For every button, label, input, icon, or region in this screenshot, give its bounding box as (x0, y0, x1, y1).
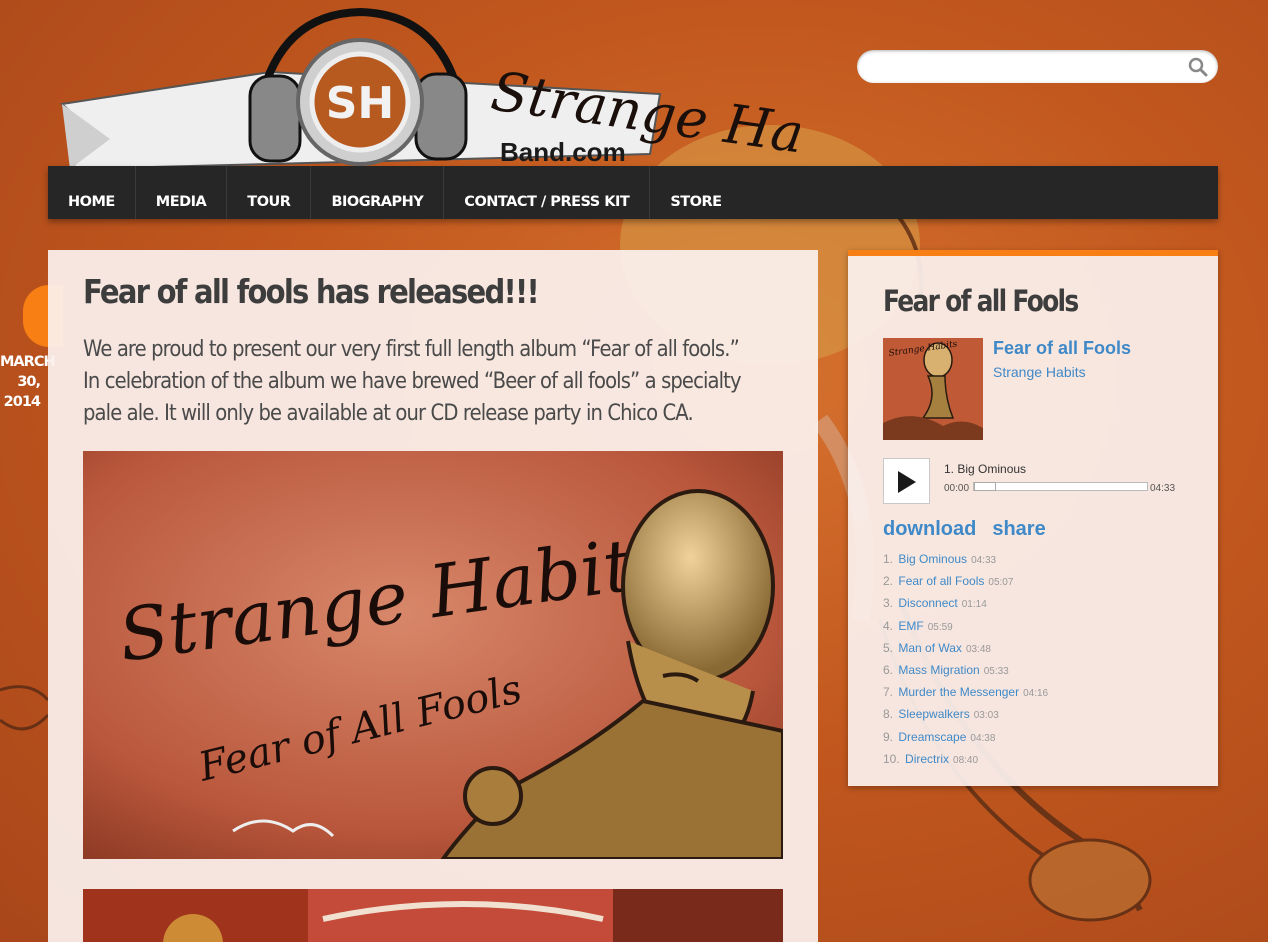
progress-bar[interactable] (973, 482, 1148, 491)
time-total: 04:33 (1150, 483, 1176, 494)
widget-title: Fear of all Fools (883, 284, 1079, 318)
track-duration: 05:59 (927, 621, 953, 633)
nav-biography[interactable]: BIOGRAPHY (311, 166, 445, 219)
play-icon (898, 471, 916, 493)
track-duration: 03:03 (973, 710, 999, 722)
search-icon[interactable] (1188, 57, 1208, 77)
track-title[interactable]: Directrix (905, 752, 949, 766)
blog-post: Fear of all fools has released!!! We are… (48, 250, 818, 942)
track-title[interactable]: Murder the Messenger (898, 685, 1019, 699)
site-logo[interactable]: SH Strange Habits Band.com (59, 4, 908, 180)
track-title[interactable]: Fear of all Fools (898, 574, 984, 588)
track-item[interactable]: 10. Directrix 08:40 (883, 752, 1048, 774)
now-playing-track: 1. Big Ominous (944, 462, 1027, 476)
post-date-month: MARCH (0, 354, 56, 370)
track-title[interactable]: Dreamscape (898, 730, 966, 744)
track-title[interactable]: EMF (898, 619, 923, 633)
post-title[interactable]: Fear of all fools has released!!! (83, 272, 540, 311)
track-item[interactable]: 9. Dreamscape 04:38 (883, 730, 1048, 752)
nav-media[interactable]: MEDIA (136, 166, 228, 219)
album-cover-image[interactable]: Strange Habits Fear of All Fools (83, 451, 783, 859)
track-title[interactable]: Disconnect (898, 596, 957, 610)
track-item[interactable]: 8. Sleepwalkers 03:03 (883, 707, 1048, 729)
time-current: 00:00 (944, 483, 970, 494)
nav-store[interactable]: STORE (650, 166, 741, 219)
track-item[interactable]: 7. Murder the Messenger 04:16 (883, 685, 1048, 707)
play-button[interactable] (883, 458, 930, 504)
share-link[interactable]: share (992, 518, 1045, 541)
track-duration: 05:33 (983, 665, 1009, 677)
track-duration: 04:16 (1023, 688, 1049, 700)
track-item[interactable]: 6. Mass Migration 05:33 (883, 663, 1048, 685)
post-date-day: 30, (17, 374, 41, 390)
track-title[interactable]: Man of Wax (898, 641, 962, 655)
album-player-widget: Fear of all Fools Strange Habits Fear of… (848, 250, 1218, 786)
main-navigation: HOME MEDIA TOUR BIOGRAPHY CONTACT / PRES… (48, 166, 1218, 219)
album-title-link[interactable]: Fear of all Fools (993, 338, 1131, 359)
track-title[interactable]: Mass Migration (898, 663, 979, 677)
search-input[interactable] (871, 50, 1181, 83)
track-duration: 05:07 (988, 577, 1014, 589)
track-duration: 01:14 (961, 599, 987, 611)
track-duration: 04:33 (971, 555, 997, 566)
nav-home[interactable]: HOME (48, 166, 136, 219)
photo-gallery-strip[interactable] (83, 889, 783, 942)
post-date-year: 2014 (3, 394, 41, 410)
search-bar[interactable] (857, 50, 1218, 83)
track-title[interactable]: Sleepwalkers (898, 707, 969, 721)
artist-link[interactable]: Strange Habits (993, 364, 1086, 380)
nav-tour[interactable]: TOUR (227, 166, 312, 219)
logo-monogram: SH (326, 78, 395, 129)
track-item[interactable]: 3. Disconnect 01:14 (883, 596, 1048, 618)
album-thumbnail[interactable]: Strange Habits (883, 338, 983, 440)
track-duration: 04:38 (970, 732, 996, 744)
download-link[interactable]: download (883, 518, 976, 541)
track-item[interactable]: 4. EMF 05:59 (883, 619, 1048, 641)
track-item[interactable]: 5. Man of Wax 03:48 (883, 641, 1048, 663)
logo-domain: Band.com (500, 137, 626, 167)
track-item[interactable]: 1. Big Ominous 04:33 (883, 552, 1048, 574)
track-title[interactable]: Big Ominous (898, 552, 967, 566)
nav-contact-press-kit[interactable]: CONTACT / PRESS KIT (444, 166, 651, 219)
track-duration: 08:40 (953, 754, 979, 766)
track-duration: 03:48 (965, 643, 991, 655)
tracklist: 1. Big Ominous 04:33 2. Fear of all Fools… (883, 552, 1048, 774)
track-item[interactable]: 2. Fear of all Fools 05:07 (883, 574, 1048, 596)
post-body: We are proud to present our very first f… (83, 337, 742, 426)
progress-handle[interactable] (974, 482, 996, 491)
post-date: MARCH 30, 2014 (0, 352, 56, 412)
